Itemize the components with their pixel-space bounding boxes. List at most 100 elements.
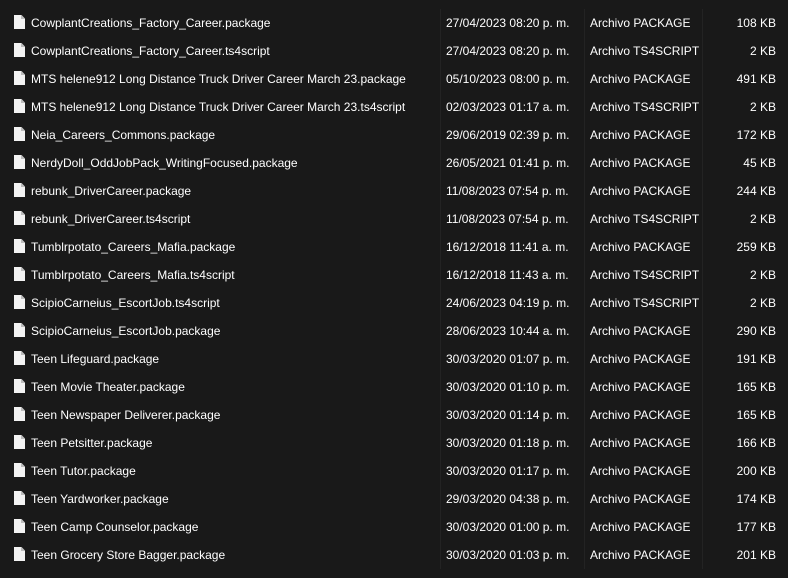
column-divider: [440, 121, 441, 149]
column-divider: [702, 233, 703, 261]
file-row[interactable]: Teen Lifeguard.package 30/03/2020 01:07 p…: [0, 345, 788, 373]
file-row[interactable]: Neia_Careers_Commons.package 29/06/2019 0…: [0, 121, 788, 149]
file-date-modified: 16/12/2018 11:41 a. m.: [446, 240, 569, 254]
file-date-modified: 29/06/2019 02:39 p. m.: [446, 128, 570, 142]
file-row[interactable]: Teen Newspaper Deliverer.package 30/03/20…: [0, 401, 788, 429]
file-type: Archivo TS4SCRIPT: [590, 268, 700, 282]
file-row[interactable]: Teen Grocery Store Bagger.package 30/03/2…: [0, 541, 788, 569]
file-size: 172 KB: [736, 128, 776, 142]
file-icon: [14, 71, 25, 85]
file-row[interactable]: CowplantCreations_Factory_Career.ts4scri…: [0, 37, 788, 65]
file-size: 191 KB: [736, 352, 776, 366]
file-type: Archivo TS4SCRIPT: [590, 44, 700, 58]
file-size: 290 KB: [736, 324, 776, 338]
column-divider: [440, 149, 441, 177]
column-divider: [440, 541, 441, 569]
file-name: CowplantCreations_Factory_Career.package: [31, 16, 271, 30]
file-name: rebunk_DriverCareer.package: [31, 184, 192, 198]
file-type: Archivo PACKAGE: [590, 492, 691, 506]
file-date-modified: 05/10/2023 08:00 p. m.: [446, 72, 570, 86]
column-divider: [440, 485, 441, 513]
file-date-modified: 02/03/2023 01:17 a. m.: [446, 100, 570, 114]
file-name: NerdyDoll_OddJobPack_WritingFocused.pack…: [31, 156, 298, 170]
column-divider: [440, 457, 441, 485]
file-size: 177 KB: [736, 520, 776, 534]
file-row[interactable]: Teen Movie Theater.package 30/03/2020 01:…: [0, 373, 788, 401]
column-divider: [702, 177, 703, 205]
file-icon: [14, 211, 25, 225]
column-divider: [440, 37, 441, 65]
column-divider: [702, 485, 703, 513]
file-date-modified: 24/06/2023 04:19 p. m.: [446, 296, 570, 310]
file-icon: [14, 407, 25, 421]
column-divider: [702, 65, 703, 93]
file-size: 2 KB: [749, 100, 776, 114]
column-divider: [702, 373, 703, 401]
column-divider: [702, 317, 703, 345]
column-divider: [702, 401, 703, 429]
file-type: Archivo PACKAGE: [590, 352, 691, 366]
file-date-modified: 30/03/2020 01:10 p. m.: [446, 380, 570, 394]
file-row[interactable]: MTS helene912 Long Distance Truck Driver…: [0, 65, 788, 93]
column-divider: [702, 513, 703, 541]
file-type: Archivo PACKAGE: [590, 548, 691, 562]
file-type: Archivo TS4SCRIPT: [590, 100, 700, 114]
column-divider: [440, 205, 441, 233]
file-size: 166 KB: [736, 436, 776, 450]
file-icon: [14, 183, 25, 197]
column-divider: [702, 541, 703, 569]
file-name: Teen Movie Theater.package: [31, 380, 185, 394]
file-name: Teen Petsitter.package: [31, 436, 153, 450]
column-divider: [440, 233, 441, 261]
file-row[interactable]: rebunk_DriverCareer.package 11/08/2023 07…: [0, 177, 788, 205]
column-divider: [440, 65, 441, 93]
file-name: Teen Grocery Store Bagger.package: [31, 548, 226, 562]
column-divider: [702, 457, 703, 485]
file-row[interactable]: Teen Tutor.package 30/03/2020 01:17 p. m.…: [0, 457, 788, 485]
file-size: 2 KB: [749, 296, 776, 310]
column-divider: [440, 513, 441, 541]
file-date-modified: 11/08/2023 07:54 p. m.: [446, 212, 569, 226]
file-size: 244 KB: [736, 184, 776, 198]
file-type: Archivo PACKAGE: [590, 240, 691, 254]
column-divider: [440, 9, 441, 37]
file-row[interactable]: NerdyDoll_OddJobPack_WritingFocused.pack…: [0, 149, 788, 177]
file-row[interactable]: CowplantCreations_Factory_Career.package…: [0, 9, 788, 37]
file-row[interactable]: ScipioCarneius_EscortJob.ts4script 24/06/…: [0, 289, 788, 317]
file-icon: [14, 99, 25, 113]
file-size: 2 KB: [749, 44, 776, 58]
file-icon: [14, 351, 25, 365]
file-row[interactable]: rebunk_DriverCareer.ts4script 11/08/2023 …: [0, 205, 788, 233]
file-row[interactable]: ScipioCarneius_EscortJob.package 28/06/20…: [0, 317, 788, 345]
column-divider: [440, 289, 441, 317]
file-name: Teen Newspaper Deliverer.package: [31, 408, 221, 422]
file-name: Neia_Careers_Commons.package: [31, 128, 216, 142]
file-date-modified: 27/04/2023 08:20 p. m.: [446, 44, 570, 58]
file-date-modified: 16/12/2018 11:43 a. m.: [446, 268, 569, 282]
column-divider: [702, 345, 703, 373]
column-divider: [702, 261, 703, 289]
file-row[interactable]: Teen Camp Counselor.package 30/03/2020 01…: [0, 513, 788, 541]
file-name: Teen Yardworker.package: [31, 492, 169, 506]
file-icon: [14, 547, 25, 561]
column-divider: [440, 401, 441, 429]
file-row[interactable]: MTS helene912 Long Distance Truck Driver…: [0, 93, 788, 121]
file-icon: [14, 43, 25, 57]
file-icon: [14, 379, 25, 393]
file-row[interactable]: Teen Yardworker.package 29/03/2020 04:38 …: [0, 485, 788, 513]
file-row[interactable]: Tumblrpotato_Careers_Mafia.package 16/12/…: [0, 233, 788, 261]
file-type: Archivo PACKAGE: [590, 436, 691, 450]
file-icon: [14, 155, 25, 169]
file-size: 165 KB: [736, 380, 776, 394]
file-date-modified: 26/05/2021 01:41 p. m.: [446, 156, 570, 170]
file-size: 201 KB: [736, 548, 776, 562]
file-size: 259 KB: [736, 240, 776, 254]
file-date-modified: 30/03/2020 01:18 p. m.: [446, 436, 570, 450]
file-row[interactable]: Tumblrpotato_Careers_Mafia.ts4script 16/1…: [0, 261, 788, 289]
file-name: MTS helene912 Long Distance Truck Driver…: [31, 100, 406, 114]
file-date-modified: 29/03/2020 04:38 p. m.: [446, 492, 570, 506]
file-type: Archivo PACKAGE: [590, 72, 691, 86]
file-type: Archivo TS4SCRIPT: [590, 296, 700, 310]
file-row[interactable]: Teen Petsitter.package 30/03/2020 01:18 p…: [0, 429, 788, 457]
column-divider: [702, 205, 703, 233]
